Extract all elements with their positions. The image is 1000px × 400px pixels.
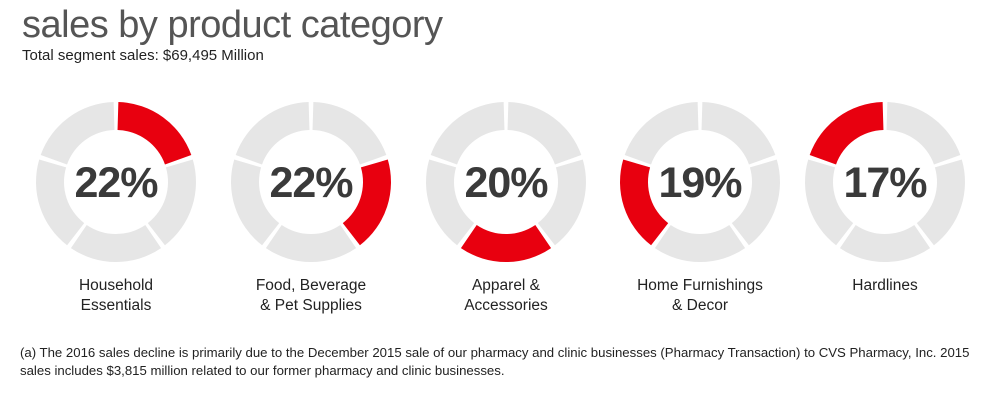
donut-segment <box>265 224 357 263</box>
value-label: 17% <box>843 159 927 207</box>
donut-segment <box>40 102 115 165</box>
donut-segment <box>507 102 582 165</box>
donut-segment <box>430 102 505 165</box>
donut-segment <box>886 102 961 165</box>
donut-segment <box>235 102 310 165</box>
donut-segment <box>654 224 746 263</box>
donut-segment-highlight <box>117 102 192 165</box>
chart-title: sales by product category <box>22 4 443 46</box>
donut-segment <box>701 102 776 165</box>
value-label: 22% <box>269 159 353 207</box>
donut-segment-highlight <box>809 102 884 165</box>
category-label: Home Furnishings & Decor <box>637 277 763 314</box>
donut-chart: 19% <box>620 102 780 263</box>
value-label: 22% <box>74 159 158 207</box>
donut-segment <box>312 102 387 165</box>
donut-segment <box>70 224 162 263</box>
value-label: 19% <box>658 159 742 207</box>
category-label: Hardlines <box>852 277 918 294</box>
donut-segment <box>839 224 931 263</box>
donut-segment <box>624 102 699 165</box>
donut-segment-highlight <box>460 224 552 263</box>
donut-chart: 17% <box>805 102 965 263</box>
category-label: Food, Beverage & Pet Supplies <box>255 277 367 314</box>
donut-chart: 22% <box>36 102 196 263</box>
donut-chart: 22% <box>231 102 391 263</box>
value-label: 20% <box>464 159 548 207</box>
donut-chart: 20% <box>426 102 586 263</box>
footnote: (a) The 2016 sales decline is primarily … <box>20 345 970 378</box>
chart-subtitle: Total segment sales: $69,495 Million <box>22 47 264 64</box>
category-label: Household Essentials <box>78 277 154 314</box>
category-label: Apparel & Accessories <box>464 277 548 314</box>
